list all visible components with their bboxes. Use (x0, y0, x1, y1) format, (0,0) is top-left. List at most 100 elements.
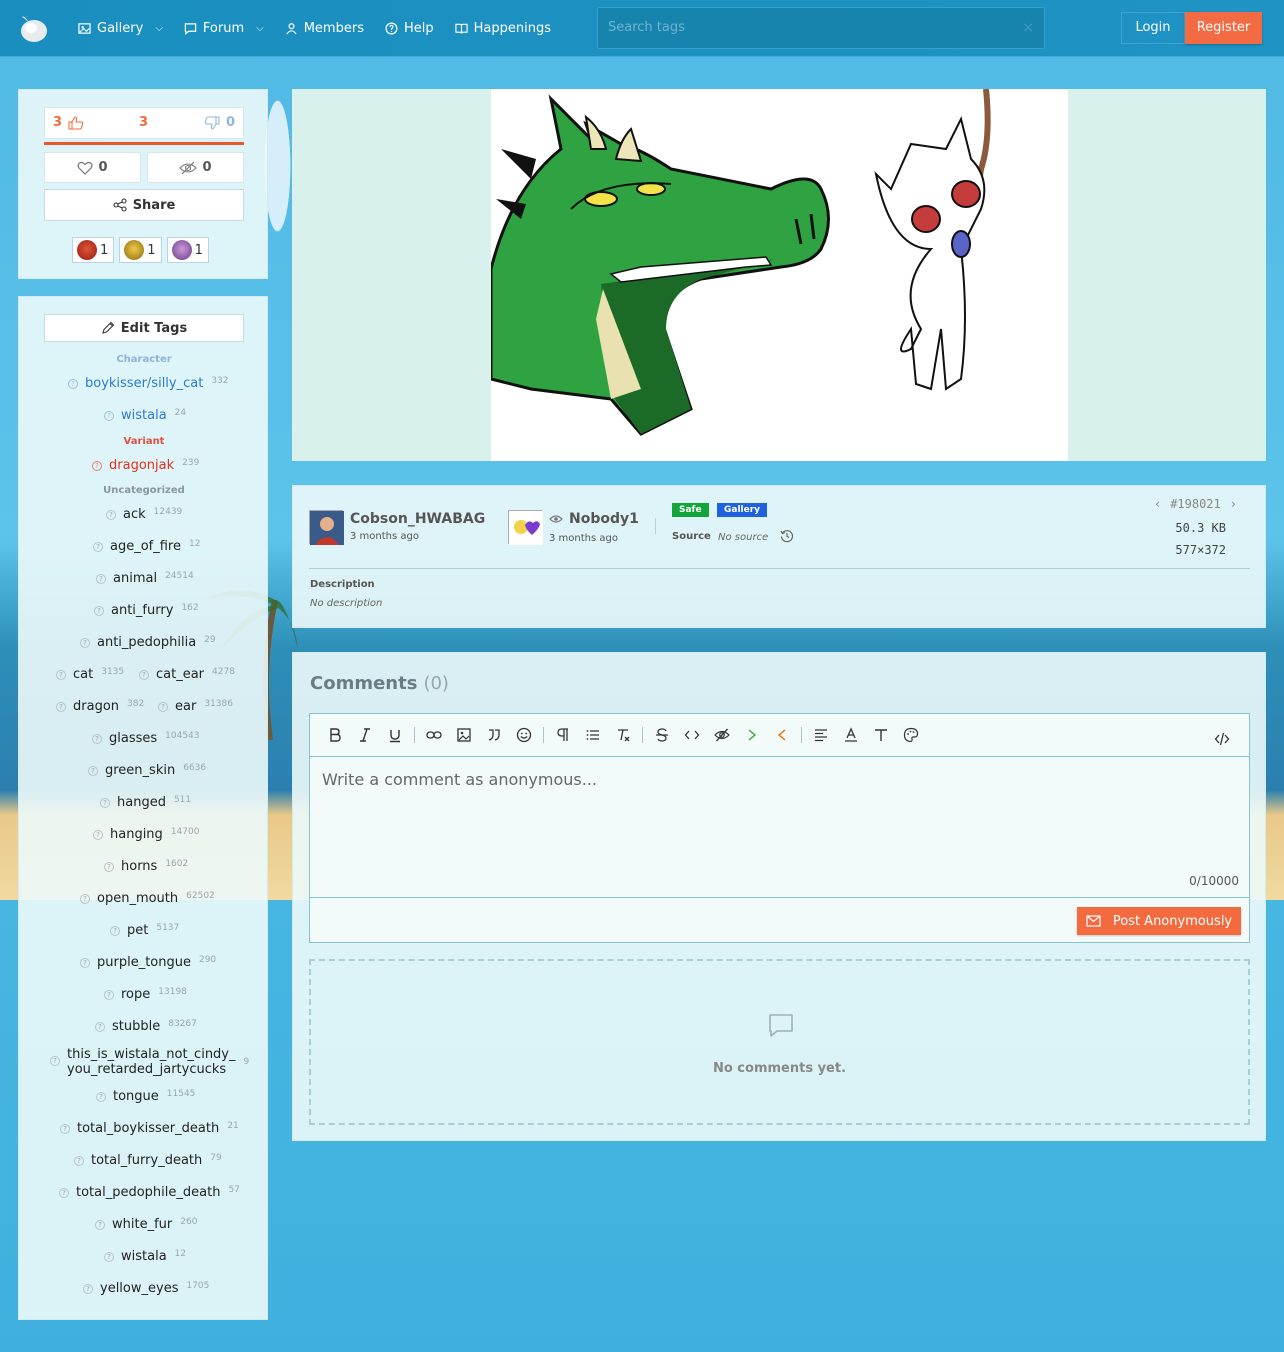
tag-item[interactable]: ? ear 31386 (158, 699, 233, 714)
uploader-name[interactable]: Cobson_HWABAG (350, 511, 485, 527)
tag-item[interactable]: ? hanged 511 (100, 795, 191, 810)
tag-item[interactable]: ? boykisser/silly_cat 332 (68, 376, 229, 391)
tag-item[interactable]: ? stubble 83267 (95, 1019, 197, 1034)
quote-icon[interactable] (479, 720, 509, 750)
edit-tags-button[interactable]: Edit Tags (44, 314, 244, 342)
board-badge[interactable]: Gallery (717, 503, 768, 517)
post-image[interactable] (491, 89, 1068, 461)
help-icon: ? (50, 1056, 60, 1066)
file-size: 50.3 KB (1175, 521, 1226, 535)
upvote-button[interactable]: 3 (53, 115, 84, 130)
tag-item[interactable]: ? hanging 14700 (93, 827, 199, 842)
tag-item[interactable]: ? glasses 104543 (92, 731, 200, 746)
tag-item[interactable]: ? white_fur 260 (95, 1217, 197, 1232)
tag-item[interactable]: ? total_furry_death 79 (74, 1153, 222, 1168)
post-anonymously-button[interactable]: Post Anonymously (1077, 907, 1241, 935)
help-icon: ? (94, 606, 104, 616)
tag-item[interactable]: ? anti_pedophilia 29 (80, 635, 216, 650)
help-icon: ? (158, 702, 168, 712)
reaction-meme[interactable]: 1 (119, 237, 162, 263)
toolbar-divider (642, 727, 643, 743)
text-color-icon[interactable] (836, 720, 866, 750)
register-button[interactable]: Register (1185, 12, 1262, 44)
eye-off-icon (179, 161, 198, 174)
tag-item[interactable]: ? horns 1602 (104, 859, 188, 874)
strikethrough-icon[interactable] (647, 720, 677, 750)
comments-title: Comments (0) (310, 673, 449, 694)
login-button[interactable]: Login (1121, 12, 1185, 44)
image-icon[interactable] (449, 720, 479, 750)
close-icon[interactable]: × (1022, 8, 1034, 48)
tag-item[interactable]: ? anti_furry 162 (94, 603, 199, 618)
tag-item[interactable]: ? rope 13198 (104, 987, 187, 1002)
nav-forum-label: Forum (202, 21, 245, 36)
tag-item[interactable]: ? cat 3135 (56, 667, 124, 682)
source-code-icon[interactable] (1207, 724, 1237, 754)
palette-icon[interactable] (896, 720, 926, 750)
reaction-angry[interactable]: 1 (72, 237, 115, 263)
tag-item[interactable]: ? purple_tongue 290 (80, 955, 216, 970)
tag-item[interactable]: ? wistala 24 (104, 408, 186, 423)
tag-item[interactable]: ? yellow_eyes 1705 (83, 1281, 209, 1296)
underline-icon[interactable] (380, 720, 410, 750)
source-label: Source (672, 531, 711, 542)
tag-item[interactable]: ? dragon 382 (56, 699, 144, 714)
history-icon[interactable] (780, 529, 794, 543)
tag-item[interactable]: ? tongue 11545 (96, 1089, 195, 1104)
comment-input[interactable]: Write a comment as anonymous... (322, 770, 597, 789)
tag-item[interactable]: ? cat_ear 4278 (139, 667, 235, 682)
help-icon: ? (80, 638, 90, 648)
chevron-left-icon[interactable]: ‹ (1154, 497, 1161, 511)
reaction-shocked[interactable]: 1 (166, 237, 209, 263)
uploader-avatar[interactable] (309, 510, 344, 545)
tag-item[interactable]: ? pet 5137 (110, 923, 179, 938)
help-icon: ? (104, 990, 114, 1000)
tag-item[interactable]: ? total_boykisser_death 21 (60, 1121, 239, 1136)
search-input[interactable]: Search tags × (597, 7, 1045, 49)
paragraph-icon[interactable] (548, 720, 578, 750)
bold-icon[interactable] (320, 720, 350, 750)
downvote-button[interactable]: 0 (204, 115, 235, 130)
clear-format-icon[interactable] (608, 720, 638, 750)
nav-gallery[interactable]: Gallery ⌵ (70, 0, 171, 57)
tag-item[interactable]: ? wistala 12 (104, 1249, 186, 1264)
align-icon[interactable] (806, 720, 836, 750)
font-size-icon[interactable] (866, 720, 896, 750)
tag-item[interactable]: ? age_of_fire 12 (93, 539, 200, 554)
description-value: No description (310, 598, 383, 609)
orangetext-icon[interactable] (767, 720, 797, 750)
tag-item[interactable]: ? open_mouth 62502 (80, 891, 215, 906)
approver-name[interactable]: Nobody1 (549, 511, 639, 527)
hide-button[interactable]: 0 (147, 152, 244, 183)
link-icon[interactable] (419, 720, 449, 750)
help-icon: ? (88, 766, 98, 776)
spoiler-icon[interactable] (707, 720, 737, 750)
greentext-icon[interactable] (737, 720, 767, 750)
code-icon[interactable] (677, 720, 707, 750)
site-logo[interactable] (20, 13, 48, 43)
tag-item[interactable]: ? this_is_wistala_not_cindy_ you_retarde… (50, 1047, 249, 1077)
nav-forum[interactable]: Forum ⌵ (176, 0, 272, 57)
nav-happenings[interactable]: Happenings (447, 0, 559, 57)
share-button[interactable]: Share (44, 189, 244, 221)
italic-icon[interactable] (350, 720, 380, 750)
nav-members[interactable]: Members (277, 0, 372, 57)
tag-item[interactable]: ? green_skin 6636 (88, 763, 206, 778)
post-info-panel: Cobson_HWABAG 3 months ago Nobody1 3 mon… (292, 485, 1266, 628)
tag-item[interactable]: ? animal 24514 (96, 571, 194, 586)
chevron-right-icon[interactable]: › (1230, 497, 1237, 511)
comment-editor: Write a comment as anonymous... 0/10000 … (309, 713, 1250, 943)
nav-help[interactable]: Help (377, 0, 442, 57)
rating-badge[interactable]: Safe (672, 503, 709, 517)
favorite-button[interactable]: 0 (44, 152, 141, 183)
tag-item[interactable]: ? dragonjak 239 (92, 458, 199, 473)
emoji-icon[interactable] (509, 720, 539, 750)
tag-item[interactable]: ? total_pedophile_death 57 (59, 1185, 240, 1200)
help-icon: ? (100, 798, 110, 808)
chat-icon (184, 23, 197, 35)
approver-avatar[interactable] (508, 510, 543, 545)
tag-item[interactable]: ? ack 12439 (106, 507, 182, 522)
help-icon: ? (106, 510, 116, 520)
list-icon[interactable] (578, 720, 608, 750)
share-label: Share (132, 197, 176, 213)
